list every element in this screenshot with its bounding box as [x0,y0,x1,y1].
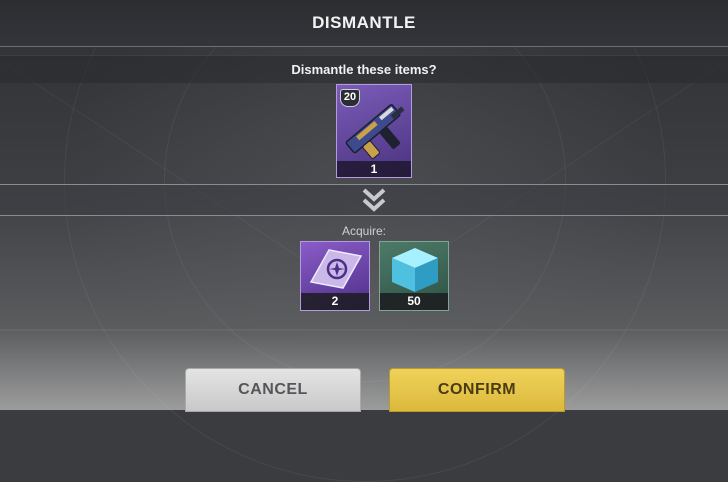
glimmer-crystal-icon [309,249,363,289]
dismantle-item-tile[interactable]: 20 1 [336,84,412,178]
reward-quantity: 2 [301,293,369,310]
dismantle-prompt: Dismantle these items? [291,62,437,77]
reward-tile[interactable]: 50 [379,241,449,311]
item-quantity: 1 [337,161,411,177]
double-chevron-down-icon [362,188,386,212]
blue-cube-icon [392,248,438,292]
cancel-button[interactable]: CANCEL [185,368,361,412]
acquire-label: Acquire: [341,224,387,238]
item-level-badge: 20 [340,89,360,107]
reward-quantity: 50 [380,293,448,310]
title-bar: DISMANTLE [0,0,728,47]
reward-tile[interactable]: 2 [300,241,370,311]
dialog-title: DISMANTLE [312,13,416,32]
confirm-button[interactable]: CONFIRM [389,368,565,412]
